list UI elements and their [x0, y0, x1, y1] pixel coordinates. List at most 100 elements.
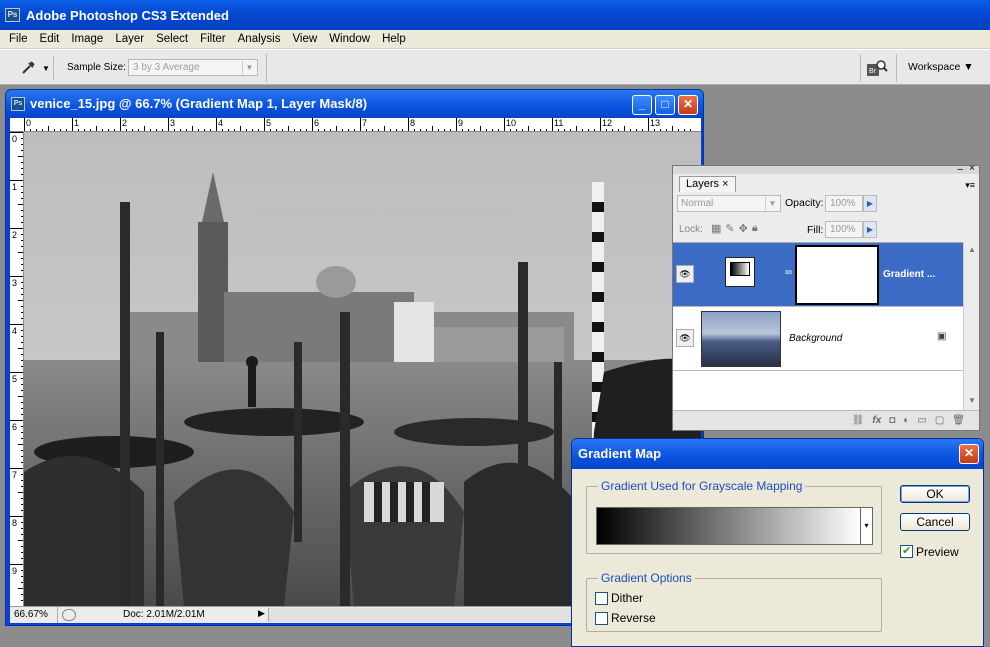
ruler-tick [360, 118, 361, 131]
opacity-slider-arrow-icon[interactable]: ▶ [863, 195, 877, 212]
close-button[interactable]: ✕ [678, 95, 698, 115]
layer-style-fx-icon[interactable]: fx [872, 415, 881, 426]
ruler-vertical[interactable]: 0 1 2 3 4 5 6 7 8 9 [10, 132, 24, 606]
ruler-tick [10, 324, 23, 325]
document-size: Doc: 2.01M/2.01M [123, 609, 205, 620]
photoshop-icon: Ps [11, 97, 25, 111]
link-icon[interactable]: ∞ [785, 267, 792, 278]
menu-help[interactable]: Help [376, 33, 412, 45]
preview-checkbox[interactable] [900, 544, 913, 558]
lock-pixels-icon[interactable]: ✎ [725, 222, 734, 235]
gradient-picker-dropdown[interactable]: ▾ [861, 507, 873, 545]
document-title-bar[interactable]: Ps venice_15.jpg @ 66.7% (Gradient Map 1… [6, 90, 703, 118]
fill-label: Fill: [807, 224, 824, 236]
maximize-button[interactable]: □ [655, 95, 675, 115]
dither-checkbox[interactable] [595, 592, 608, 605]
menu-layer[interactable]: Layer [109, 33, 150, 45]
layer-name[interactable]: Gradient ... [883, 269, 935, 280]
gradient-preview[interactable] [596, 507, 861, 545]
close-panel-icon[interactable]: × [969, 163, 975, 174]
ruler-tick [10, 228, 23, 229]
new-group-icon[interactable]: ▭ [917, 415, 926, 426]
ruler-tick [72, 118, 73, 131]
new-layer-icon[interactable]: ▢ [935, 415, 944, 426]
tab-layers[interactable]: Layers × [679, 176, 736, 192]
panel-grip[interactable] [673, 166, 979, 174]
zoom-level[interactable]: 66.67% [10, 607, 58, 623]
bridge-icon[interactable]: Br [866, 58, 888, 78]
ruler-horizontal[interactable]: 0 1 2 3 4 5 6 7 8 9 10 11 12 13 [10, 118, 701, 132]
minimize-button[interactable]: _ [632, 95, 652, 115]
layer-mask-thumbnail[interactable] [795, 245, 879, 305]
panel-menu-icon[interactable]: ▾≡ [965, 180, 975, 191]
ruler-tick [10, 516, 23, 517]
ruler-tick [504, 118, 505, 131]
ruler-label: 5 [12, 374, 18, 384]
layers-vertical-scrollbar[interactable]: ▲ ▼ [963, 242, 979, 410]
ok-button[interactable]: OK [900, 485, 970, 503]
ruler-label: 0 [26, 118, 32, 128]
lock-all-icon[interactable]: 🔒︎ [752, 222, 758, 235]
workspace-button[interactable]: Workspace ▼ [908, 61, 974, 73]
scroll-down-icon[interactable]: ▼ [965, 394, 979, 408]
sample-size-label: Sample Size: [67, 62, 126, 73]
dialog-close-button[interactable]: ✕ [959, 444, 979, 464]
layer-row-background[interactable]: 👁︎ Background ▣ [673, 307, 963, 371]
menu-filter[interactable]: Filter [194, 33, 232, 45]
menu-select[interactable]: Select [150, 33, 194, 45]
fill-slider-arrow-icon[interactable]: ▶ [863, 221, 877, 238]
menu-view[interactable]: View [286, 33, 323, 45]
fill-input[interactable]: 100% [825, 221, 863, 238]
close-tab-icon[interactable]: × [722, 178, 728, 190]
gradient-options-group-label: Gradient Options [598, 571, 695, 585]
status-menu-arrow-icon[interactable]: ▶ [258, 608, 265, 619]
background-layer-thumbnail[interactable] [701, 311, 781, 367]
app-title-bar: Ps Adobe Photoshop CS3 Extended [0, 0, 990, 30]
layer-name[interactable]: Background [789, 333, 842, 344]
ruler-label: 2 [122, 118, 128, 128]
ruler-tick [168, 118, 169, 131]
add-mask-icon[interactable]: ◘ [889, 415, 895, 426]
ruler-tick [10, 276, 23, 277]
status-icon[interactable] [62, 609, 76, 621]
ruler-label: 1 [12, 182, 18, 192]
visibility-eye-icon[interactable]: 👁︎ [676, 329, 694, 347]
adjustment-layer-thumbnail[interactable] [725, 257, 755, 287]
ruler-tick [600, 118, 601, 131]
dialog-title-bar[interactable]: Gradient Map ✕ [572, 439, 983, 469]
blend-mode-select[interactable]: Normal ▼ [677, 195, 781, 212]
menu-image[interactable]: Image [65, 33, 109, 45]
menu-window[interactable]: Window [323, 33, 376, 45]
ruler-tick [648, 118, 649, 131]
trash-icon[interactable]: 🗑︎ [952, 415, 965, 426]
gradient-mapping-group-label: Gradient Used for Grayscale Mapping [598, 479, 806, 493]
lock-transparency-icon[interactable]: ▦ [711, 222, 721, 235]
opacity-input[interactable]: 100% [825, 195, 863, 212]
reverse-checkbox[interactable] [595, 612, 608, 625]
lock-position-icon[interactable]: ✥ [739, 222, 748, 235]
ruler-label: 12 [602, 118, 613, 128]
dither-label: Dither [611, 591, 644, 605]
cancel-button[interactable]: Cancel [900, 513, 970, 531]
ruler-label: 7 [362, 118, 368, 128]
eyedropper-icon [22, 61, 35, 74]
ruler-tick [10, 132, 23, 133]
sample-size-select[interactable]: 3 by 3 Average ▼ [128, 59, 258, 76]
svg-text:Br: Br [869, 68, 877, 75]
menu-analysis[interactable]: Analysis [232, 33, 287, 45]
ruler-label: 4 [12, 326, 18, 336]
reverse-label: Reverse [611, 611, 656, 625]
layer-row-gradient-map[interactable]: 👁︎ ∞ Gradient ... [673, 243, 963, 307]
menu-file[interactable]: File [3, 33, 34, 45]
ruler-tick [24, 118, 25, 131]
ruler-label: 5 [266, 118, 272, 128]
lock-label: Lock: [679, 224, 703, 235]
new-adjustment-layer-icon[interactable]: ◐ [903, 415, 909, 426]
link-layers-icon[interactable]: ⛓︎ [852, 415, 865, 426]
menu-edit[interactable]: Edit [34, 33, 66, 45]
visibility-eye-icon[interactable]: 👁︎ [676, 265, 694, 283]
minimize-panel-icon[interactable]: – [957, 164, 963, 175]
tool-preset-picker[interactable]: ▼ [14, 56, 54, 80]
scroll-up-icon[interactable]: ▲ [965, 243, 979, 257]
ruler-label: 10 [506, 118, 517, 128]
